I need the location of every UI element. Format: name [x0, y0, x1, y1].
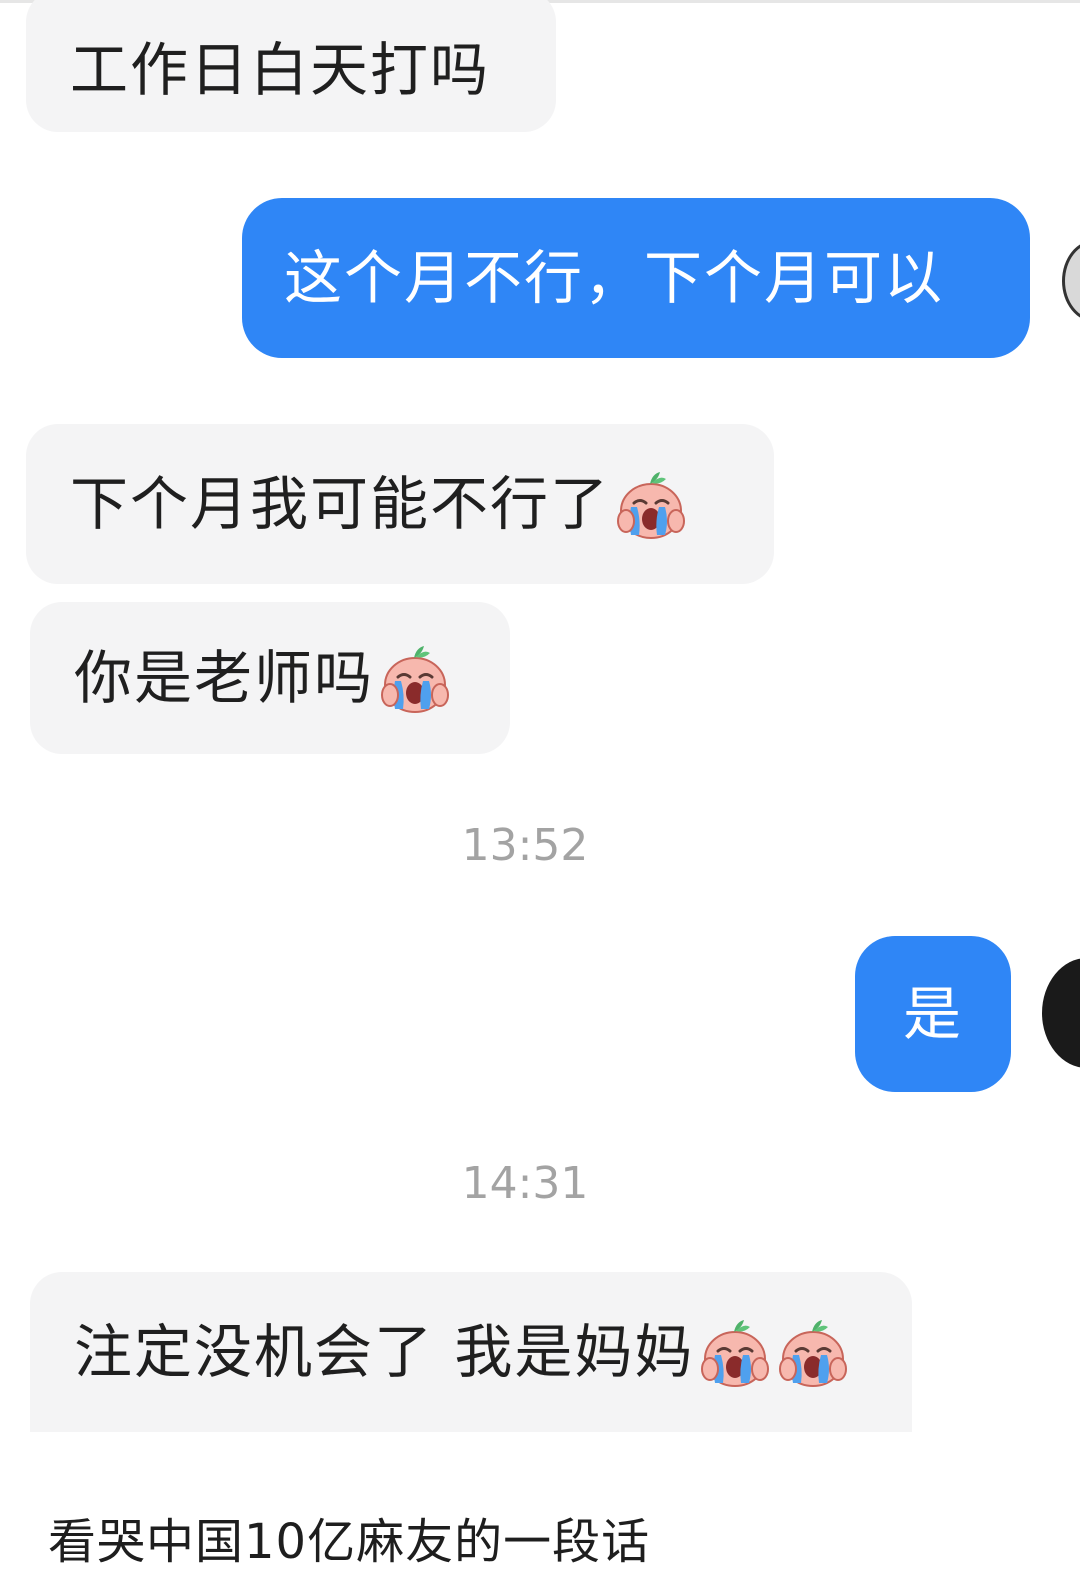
incoming-message-bubble[interactable]: 工作日白天打吗 [26, 0, 556, 132]
message-text: 工作日白天打吗 [70, 36, 491, 104]
crying-emoji-icon [779, 1320, 848, 1387]
message-timestamp: 13:52 [461, 820, 589, 871]
incoming-message-bubble[interactable]: 你是老师吗 [30, 602, 510, 754]
crying-emoji-icon [381, 646, 450, 713]
outgoing-message-bubble[interactable]: 这个月不行，下个月可以 [242, 198, 1030, 358]
message-text: 注定没机会了 我是妈妈 [74, 1318, 695, 1386]
avatar[interactable] [1062, 240, 1080, 322]
incoming-message-bubble[interactable]: 下个月我可能不行了 [26, 424, 774, 584]
message-timestamp: 14:31 [461, 1158, 589, 1209]
message-text: 下个月我可能不行了 [70, 470, 611, 538]
message-text: 是 [902, 980, 963, 1048]
outgoing-message-bubble[interactable]: 是 [855, 936, 1011, 1092]
message-text: 你是老师吗 [74, 644, 375, 712]
crying-emoji-icon [701, 1320, 770, 1387]
avatar[interactable] [1042, 958, 1080, 1068]
message-text: 这个月不行，下个月可以 [284, 244, 945, 312]
crying-emoji-icon [617, 472, 686, 539]
incoming-message-bubble[interactable]: 注定没机会了 我是妈妈 [30, 1272, 912, 1432]
post-caption: 看哭中国10亿麻友的一段话 [48, 1514, 651, 1570]
chat-screenshot: 工作日白天打吗 这个月不行，下个月可以 下个月我可能不行了 你是老师吗 13:5… [0, 0, 1080, 1591]
